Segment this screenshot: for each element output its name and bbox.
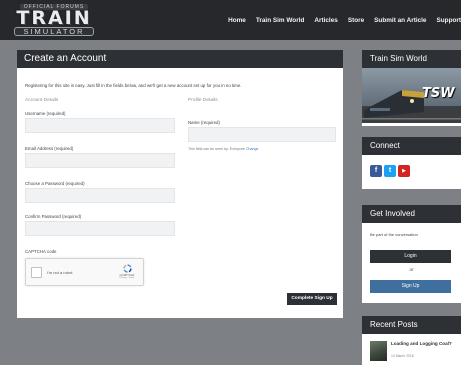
twitter-icon[interactable]: t [384,165,396,177]
recent-posts-widget: Recent Posts Loading and Logging Coal? 1… [362,316,461,365]
top-navigation-bar: OFFICIAL FORUMS TRAIN SIMULATOR Home Tra… [0,0,461,40]
recaptcha-text: I'm not a robot [47,270,73,275]
username-label: Username (required) [25,111,66,116]
nav-articles[interactable]: Articles [314,17,337,24]
confirm-password-label: Confirm Password (required) [25,214,82,219]
get-involved-widget: Get Involved Be part of the conversation… [362,205,461,303]
captcha-label: CAPTCHA code [25,249,57,254]
or-separator: or [409,267,414,272]
change-visibility-link[interactable]: Change [246,147,259,151]
signup-button[interactable]: Sign Up [370,280,451,293]
connect-widget-title: Connect [362,137,461,155]
logo-train: TRAIN [16,7,92,29]
get-involved-title: Get Involved [362,205,461,223]
nav-home[interactable]: Home [228,17,246,24]
email-label: Email Address (required) [25,146,74,151]
recent-post-thumbnail[interactable] [370,341,387,361]
recaptcha-checkbox[interactable] [31,267,42,278]
account-details-heading: Account Details [25,98,59,103]
get-involved-text: Be part of the conversation [370,232,418,237]
nav-support[interactable]: Support [437,17,461,24]
recent-posts-title: Recent Posts [362,316,461,334]
page-title: Create an Account [17,50,343,68]
facebook-icon[interactable]: f [370,165,382,177]
site-logo[interactable]: OFFICIAL FORUMS TRAIN SIMULATOR [10,4,98,36]
name-hint-text: This field can be seen by: Everyone [188,147,245,151]
password-input[interactable] [25,188,175,203]
recent-post-date: 14 March 2018 [391,354,414,358]
recent-post-title[interactable]: Loading and Logging Coal? [391,341,455,347]
youtube-icon[interactable]: ▶ [398,165,410,177]
recaptcha-logo: reCAPTCHA Privacy - Terms [116,263,138,283]
login-button[interactable]: Login [370,250,451,263]
recaptcha-widget: I'm not a robot reCAPTCHA Privacy - Term… [25,258,144,286]
tsw-banner-image[interactable]: TSW [362,68,461,123]
tsw-widget: Train Sim World TSW [362,50,461,126]
nav-store[interactable]: Store [348,17,364,24]
intro-text: Registering for this site is easy. Just … [25,83,242,88]
email-input[interactable] [25,153,175,168]
complete-signup-button[interactable]: Complete Sign Up [287,293,337,305]
logo-simulator: SIMULATOR [14,27,94,36]
username-input[interactable] [25,118,175,133]
name-label: Name (required) [188,120,220,125]
profile-details-heading: Profile Details [188,98,218,103]
name-visibility-hint: This field can be seen by: Everyone Chan… [188,147,259,151]
main-nav: Home Train Sim World Articles Store Subm… [228,0,461,40]
recaptcha-terms[interactable]: Privacy - Terms [116,277,138,280]
connect-widget: Connect f t ▶ [362,137,461,189]
tsw-logo-text: TSW [422,86,455,101]
nav-submit-article[interactable]: Submit an Article [374,17,426,24]
password-label: Choose a Password (required) [25,181,85,186]
tsw-widget-title: Train Sim World [362,50,461,68]
recaptcha-icon [122,264,132,273]
nav-train-sim-world[interactable]: Train Sim World [256,17,305,24]
confirm-password-input[interactable] [25,221,175,236]
create-account-card: Create an Account Registering for this s… [17,50,343,318]
name-input[interactable] [188,127,336,142]
